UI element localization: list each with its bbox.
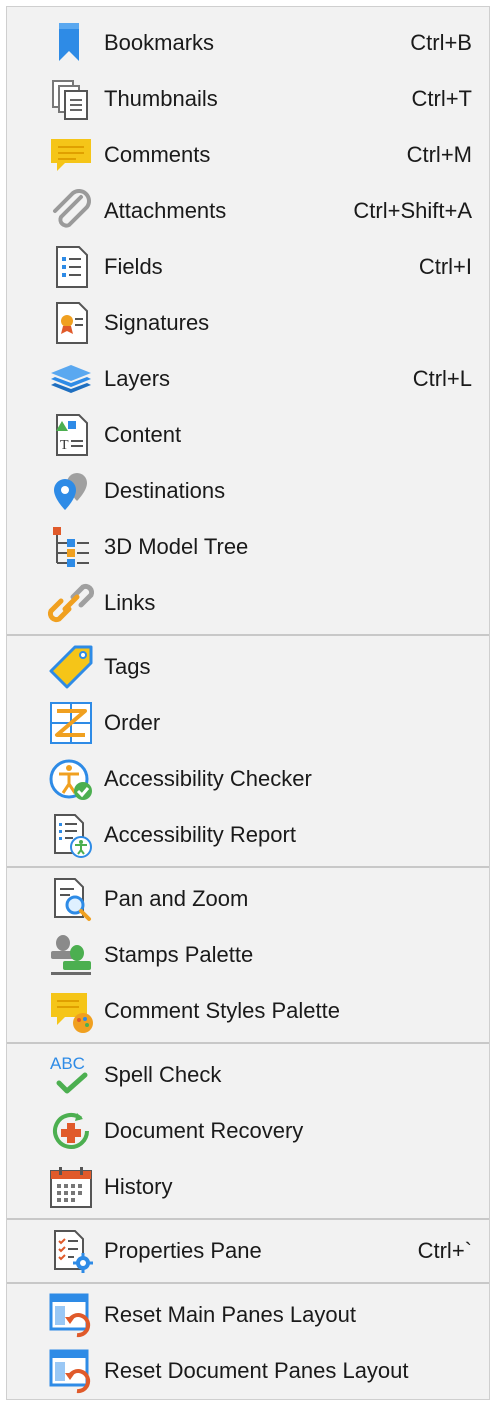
menu-item-shortcut: Ctrl+I <box>418 254 472 279</box>
menu-item-label: Document Recovery <box>104 1118 304 1143</box>
history-icon <box>47 1163 95 1211</box>
accessibility-report-icon <box>47 811 95 859</box>
menu-item-label: Destinations <box>104 478 226 503</box>
menu-item-label: Signatures <box>104 310 210 335</box>
menu-item-label: Layers <box>104 366 171 391</box>
thumbnails-icon <box>47 75 95 123</box>
menu-item-label: Comment Styles Palette <box>104 998 340 1023</box>
tag-icon <box>47 643 95 691</box>
menu-item-label: Attachments <box>104 198 227 223</box>
menu-item-pan-and-zoom[interactable]: Pan and Zoom <box>7 871 489 927</box>
menu-item-label: Comments <box>104 142 211 167</box>
spell-check-icon: ABC <box>47 1051 95 1099</box>
menu-item-label: Properties Pane <box>104 1238 262 1263</box>
signature-icon <box>47 299 95 347</box>
pane-menu: Bookmarks Ctrl+B Thumbnails Ctrl+T Comme… <box>6 6 490 1400</box>
menu-item-shortcut: Ctrl+T <box>411 86 473 111</box>
menu-separator <box>7 866 489 868</box>
document-recovery-icon <box>47 1107 95 1155</box>
menu-item-signatures[interactable]: Signatures <box>7 295 489 351</box>
stamps-icon <box>47 931 95 979</box>
menu-item-label: Reset Main Panes Layout <box>104 1302 356 1327</box>
menu-item-layers[interactable]: Layers Ctrl+L <box>7 351 489 407</box>
menu-separator <box>7 634 489 636</box>
menu-item-label: Links <box>104 590 156 615</box>
comment-styles-icon <box>47 987 95 1035</box>
menu-item-tags[interactable]: Tags <box>7 639 489 695</box>
layers-icon <box>47 355 95 403</box>
menu-item-attachments[interactable]: Attachments Ctrl+Shift+A <box>7 183 489 239</box>
bookmark-icon <box>47 19 95 67</box>
menu-item-order[interactable]: Order <box>7 695 489 751</box>
menu-item-shortcut: Ctrl+Shift+A <box>353 198 472 223</box>
menu-item-label: Bookmarks <box>104 30 215 55</box>
menu-item-properties-pane[interactable]: Properties Pane Ctrl+` <box>7 1223 489 1279</box>
menu-item-shortcut: Ctrl+M <box>406 142 472 167</box>
menu-item-stamps-palette[interactable]: Stamps Palette <box>7 927 489 983</box>
menu-item-reset-document-panes-layout[interactable]: Reset Document Panes Layout <box>7 1343 489 1399</box>
menu-separator <box>7 1282 489 1284</box>
menu-item-content[interactable]: T Content <box>7 407 489 463</box>
order-icon <box>47 699 95 747</box>
model-tree-icon <box>47 523 95 571</box>
menu-item-label: Fields <box>104 254 163 279</box>
comment-icon <box>47 131 95 179</box>
accessibility-checker-icon <box>47 755 95 803</box>
menu-item-history[interactable]: History <box>7 1159 489 1215</box>
menu-item-links[interactable]: Links <box>7 575 489 631</box>
links-icon <box>47 579 95 627</box>
menu-item-label: Accessibility Checker <box>104 766 312 791</box>
menu-item-accessibility-report[interactable]: Accessibility Report <box>7 807 489 863</box>
menu-item-shortcut: Ctrl+` <box>417 1238 472 1263</box>
reset-layout-icon <box>47 1347 95 1395</box>
menu-item-3d-model-tree[interactable]: 3D Model Tree <box>7 519 489 575</box>
pan-zoom-icon <box>47 875 95 923</box>
menu-separator <box>7 1218 489 1220</box>
menu-item-label: Pan and Zoom <box>104 886 249 911</box>
menu-item-label: Reset Document Panes Layout <box>104 1358 409 1383</box>
menu-item-spell-check[interactable]: ABC Spell Check <box>7 1047 489 1103</box>
menu-separator <box>7 1042 489 1044</box>
menu-item-shortcut: Ctrl+L <box>412 366 472 391</box>
menu-item-label: Stamps Palette <box>104 942 254 967</box>
svg-text:T: T <box>60 438 69 453</box>
menu-item-label: History <box>104 1174 173 1199</box>
paperclip-icon <box>47 187 95 235</box>
menu-item-label: Accessibility Report <box>104 822 296 847</box>
menu-item-document-recovery[interactable]: Document Recovery <box>7 1103 489 1159</box>
reset-layout-icon <box>47 1291 95 1339</box>
menu-item-thumbnails[interactable]: Thumbnails Ctrl+T <box>7 71 489 127</box>
menu-item-label: Spell Check <box>104 1062 222 1087</box>
menu-item-bookmarks[interactable]: Bookmarks Ctrl+B <box>7 15 489 71</box>
menu-item-reset-main-panes-layout[interactable]: Reset Main Panes Layout <box>7 1287 489 1343</box>
spell-check-glyph: ABC <box>50 1054 85 1073</box>
menu-item-label: Content <box>104 422 182 447</box>
menu-item-comments[interactable]: Comments Ctrl+M <box>7 127 489 183</box>
menu-item-label: Thumbnails <box>104 86 218 111</box>
menu-item-comment-styles-palette[interactable]: Comment Styles Palette <box>7 983 489 1039</box>
menu-item-label: Order <box>104 710 161 735</box>
menu-item-label: Tags <box>104 654 151 679</box>
destinations-icon <box>47 467 95 515</box>
menu-item-accessibility-checker[interactable]: Accessibility Checker <box>7 751 489 807</box>
menu-item-label: 3D Model Tree <box>104 534 249 559</box>
menu-item-shortcut: Ctrl+B <box>410 30 472 55</box>
properties-icon <box>47 1227 95 1275</box>
fields-icon <box>47 243 95 291</box>
menu-item-destinations[interactable]: Destinations <box>7 463 489 519</box>
menu-item-fields[interactable]: Fields Ctrl+I <box>7 239 489 295</box>
content-icon: T <box>47 411 95 459</box>
